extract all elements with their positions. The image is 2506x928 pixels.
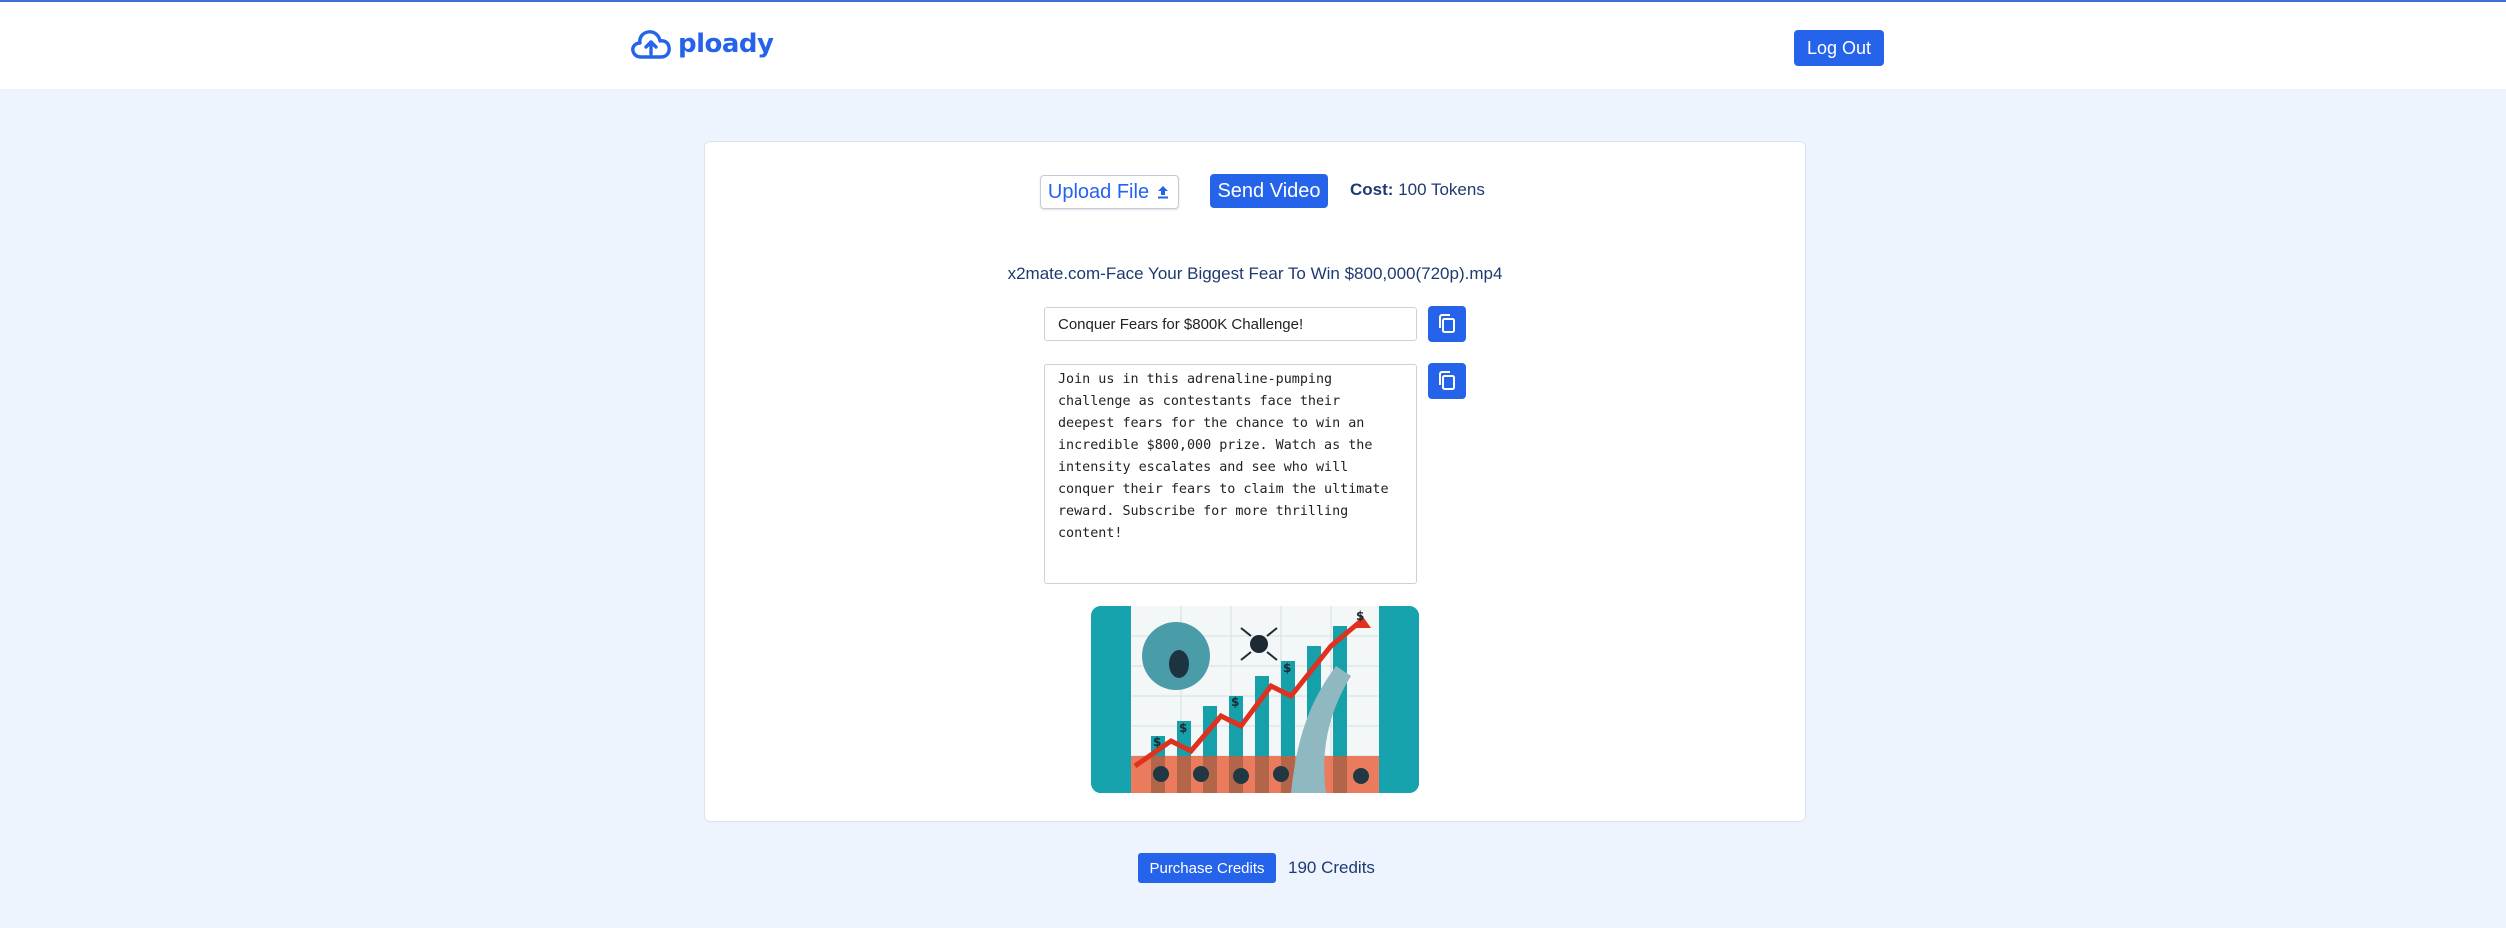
purchase-credits-button[interactable]: Purchase Credits [1138,853,1276,883]
video-filename: x2mate.com-Face Your Biggest Fear To Win… [1007,264,1503,283]
svg-text:$: $ [1231,695,1239,709]
copy-title-button[interactable] [1428,306,1466,342]
thumbnail-image: $ $ $ $ $ [1091,606,1419,793]
svg-text:$: $ [1179,721,1187,735]
video-description-textarea[interactable]: Join us in this adrenaline-pumping chall… [1044,364,1417,584]
video-title-input[interactable] [1044,307,1417,341]
top-header: ploady Log Out [0,0,2506,89]
copy-icon [1439,371,1455,390]
copy-icon [1439,314,1455,333]
app-logo[interactable]: ploady [630,24,774,64]
cloud-upload-icon [631,30,671,59]
credits-balance: 190 Credits [1288,858,1375,877]
svg-text:$: $ [1356,609,1364,623]
send-video-button[interactable]: Send Video [1210,174,1328,208]
cost-label: Cost: [1350,180,1394,199]
svg-text:$: $ [1153,735,1161,749]
upload-file-button[interactable]: Upload File [1040,175,1179,209]
svg-text:$: $ [1283,661,1291,675]
logout-button[interactable]: Log Out [1794,30,1884,66]
cost-value: 100 Tokens [1398,180,1485,199]
logo-text: ploady [678,29,774,59]
copy-description-button[interactable] [1428,363,1466,399]
upload-arrow-icon [1158,186,1169,199]
cost-info: Cost: 100 Tokens [1350,180,1485,200]
upload-file-label: Upload File [1047,180,1150,203]
